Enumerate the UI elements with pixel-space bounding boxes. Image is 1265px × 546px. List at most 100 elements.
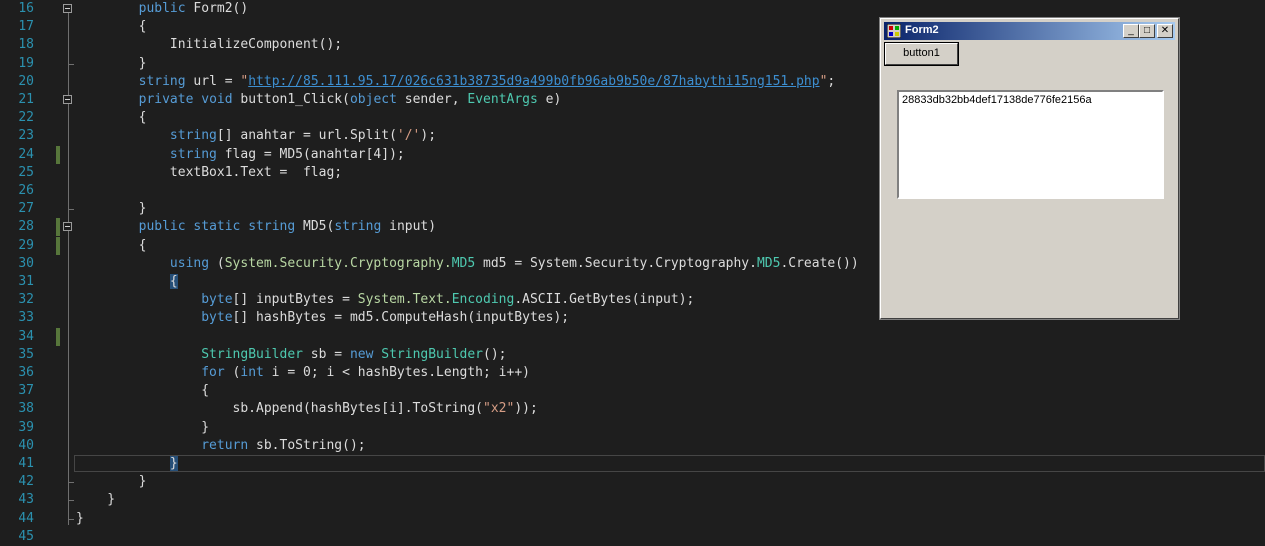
form2-titlebar[interactable]: Form2 _ □ ✕ — [884, 22, 1175, 40]
token-kw: string — [169, 128, 217, 144]
token: [] anahtar = url.Split( — [216, 128, 397, 144]
line-number: 23 — [18, 128, 34, 144]
change-marker — [56, 145, 60, 164]
code-text: { — [76, 237, 147, 255]
token: } — [76, 55, 147, 71]
code-line[interactable]: 37 { — [0, 382, 1265, 400]
code-line[interactable]: 44} — [0, 510, 1265, 528]
code-text: string flag = MD5(anahtar[4]); — [76, 146, 405, 164]
collapse-icon[interactable] — [63, 4, 72, 13]
line-number: 22 — [18, 110, 34, 126]
line-number: 21 — [18, 92, 34, 107]
code-text: { — [76, 273, 178, 291]
token: ; — [827, 73, 836, 89]
line-number: 29 — [18, 237, 34, 253]
line-number: 39 — [18, 419, 34, 435]
line-number: 18 — [18, 37, 34, 53]
token: url = — [185, 73, 241, 89]
code-line[interactable]: 16 public Form2() — [0, 0, 1265, 18]
outline-end-tick — [68, 500, 74, 502]
minimize-button[interactable]: _ — [1123, 24, 1139, 38]
line-number: 20 — [18, 73, 34, 89]
token: ); — [420, 128, 437, 144]
token: } — [76, 492, 116, 508]
code-line[interactable]: 34 — [0, 328, 1265, 346]
token-ty: StringBuilder — [201, 346, 303, 362]
code-text: } — [76, 473, 147, 491]
token-kw: string — [169, 146, 217, 162]
maximize-button[interactable]: □ — [1139, 24, 1155, 38]
line-number: 45 — [18, 528, 34, 544]
token: e) — [537, 92, 562, 107]
code-line[interactable]: 45 — [0, 528, 1265, 546]
token: } — [76, 419, 210, 435]
code-text: { — [76, 18, 147, 36]
code-line[interactable]: 38 sb.Append(hashBytes[i].ToString("x2")… — [0, 400, 1265, 418]
code-text: InitializeComponent(); — [76, 36, 342, 54]
token: } — [76, 201, 147, 217]
token-kw: return — [201, 437, 249, 453]
code-text: { — [76, 382, 209, 400]
token-ty: Encoding — [451, 292, 515, 308]
token-brace: { — [169, 274, 178, 289]
code-text: { — [76, 109, 147, 127]
code-line[interactable]: 39 } — [0, 419, 1265, 437]
code-line[interactable]: 36 for (int i = 0; i < hashBytes.Length;… — [0, 364, 1265, 382]
line-number: 35 — [18, 346, 34, 362]
code-text: StringBuilder sb = new StringBuilder(); — [76, 346, 506, 364]
token-url: http://85.111.95.17/026c631b38735d9a499b… — [248, 73, 820, 89]
collapse-icon[interactable] — [63, 95, 72, 104]
token: InitializeComponent(); — [76, 37, 343, 53]
token-kw: string — [138, 73, 186, 89]
code-text: } — [76, 200, 147, 218]
code-text: byte[] inputBytes = System.Text.Encoding… — [76, 291, 694, 309]
code-line[interactable]: 43 } — [0, 491, 1265, 509]
code-text: using (System.Security.Cryptography.MD5 … — [76, 255, 859, 273]
token-kw: string — [334, 219, 382, 235]
line-number: 27 — [18, 201, 34, 217]
line-number: 26 — [18, 183, 34, 198]
code-text: private void button1_Click(object sender… — [76, 91, 562, 109]
token: )); — [514, 401, 538, 417]
outline-end-tick — [68, 482, 74, 484]
line-number: 43 — [18, 492, 34, 508]
code-line[interactable]: 42 } — [0, 473, 1265, 491]
token-ty: StringBuilder — [381, 346, 484, 362]
code-text: } — [76, 455, 178, 473]
textbox1[interactable]: 28833db32bb4def17138de776fe2156a — [897, 90, 1164, 199]
line-number: 32 — [18, 292, 34, 308]
token: { — [76, 110, 147, 126]
code-line[interactable]: 41 } — [0, 455, 1265, 473]
token: Form2() — [185, 1, 249, 16]
token: ( — [224, 365, 241, 380]
collapse-icon[interactable] — [63, 222, 72, 232]
code-line[interactable]: 35 StringBuilder sb = new StringBuilder(… — [0, 346, 1265, 364]
code-line[interactable]: 40 return sb.ToString(); — [0, 437, 1265, 455]
code-text: } — [76, 419, 209, 437]
token-ns: System.Security.Cryptography. — [224, 255, 452, 271]
line-number: 17 — [18, 19, 34, 35]
line-number: 42 — [18, 474, 34, 490]
code-text: string url = "http://85.111.95.17/026c63… — [76, 73, 836, 91]
token: md5 = System.Security.Cryptography. — [475, 255, 757, 271]
token-ns: System.Text. — [357, 292, 452, 308]
line-number: 40 — [18, 437, 34, 453]
token-kw: byte — [201, 310, 233, 326]
token: flag = MD5(anahtar[4]); — [216, 146, 405, 162]
token-ty: MD5 — [451, 255, 476, 271]
code-text: } — [76, 510, 84, 528]
line-number: 28 — [18, 219, 34, 235]
close-button[interactable]: ✕ — [1157, 24, 1173, 38]
token-kw: static — [193, 219, 241, 235]
line-number: 33 — [18, 310, 34, 326]
button1[interactable]: button1 — [884, 42, 959, 66]
line-number: 36 — [18, 365, 34, 380]
token: } — [76, 510, 84, 526]
